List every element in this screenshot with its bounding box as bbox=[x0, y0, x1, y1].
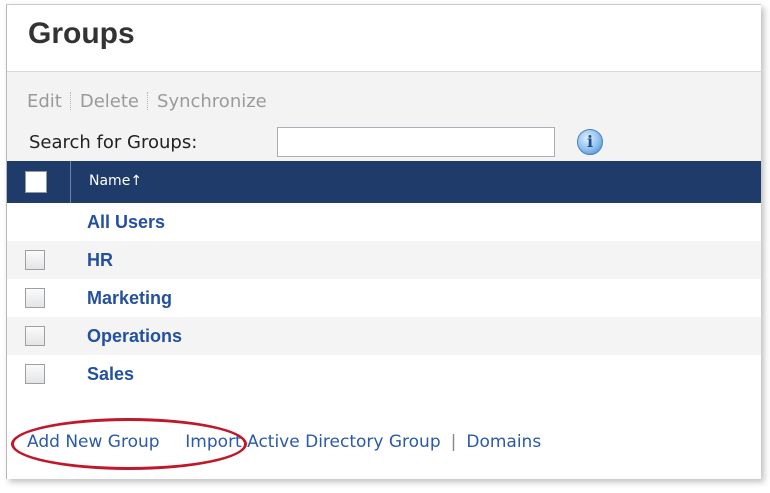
synchronize-action[interactable]: Synchronize bbox=[157, 91, 267, 112]
table-header: Name↑ bbox=[7, 161, 761, 203]
domains-link[interactable]: Domains bbox=[466, 432, 541, 452]
info-icon[interactable]: i bbox=[577, 129, 603, 155]
table-row: All Users bbox=[7, 203, 761, 241]
search-input[interactable] bbox=[277, 127, 555, 157]
link-separator: | bbox=[450, 432, 457, 452]
group-name-link[interactable]: Operations bbox=[87, 326, 182, 347]
footer-links: Add New Group | Import Active Directory Gr… bbox=[27, 432, 541, 452]
groups-panel: Groups Edit Delete Synchronize Search for … bbox=[6, 4, 761, 479]
column-name-label: Name bbox=[89, 173, 131, 189]
row-checkbox[interactable] bbox=[25, 288, 45, 308]
search-label: Search for Groups: bbox=[29, 132, 198, 153]
row-checkbox[interactable] bbox=[25, 364, 45, 384]
action-separator bbox=[69, 92, 72, 110]
sort-ascending-icon: ↑ bbox=[130, 173, 143, 189]
add-new-group-link[interactable]: Add New Group bbox=[27, 432, 160, 452]
group-name-link[interactable]: Sales bbox=[87, 364, 134, 385]
title-bar: Groups bbox=[7, 5, 761, 71]
header-divider bbox=[70, 161, 71, 203]
select-all-checkbox[interactable] bbox=[25, 171, 47, 193]
page-title: Groups bbox=[28, 17, 135, 50]
edit-action[interactable]: Edit bbox=[27, 91, 62, 112]
row-checkbox[interactable] bbox=[25, 250, 45, 270]
action-separator bbox=[147, 92, 149, 110]
group-name-link[interactable]: Marketing bbox=[87, 288, 172, 309]
group-name-link[interactable]: All Users bbox=[87, 212, 165, 233]
table-row: Operations bbox=[7, 317, 761, 355]
name-column-header[interactable]: Name↑ bbox=[89, 173, 142, 189]
import-ad-group-link[interactable]: Import Active Directory Group bbox=[185, 432, 440, 452]
group-name-link[interactable]: HR bbox=[87, 250, 113, 271]
table-row: Sales bbox=[7, 355, 761, 393]
action-bar: Edit Delete Synchronize bbox=[27, 91, 267, 112]
row-checkbox[interactable] bbox=[25, 326, 45, 346]
table-row: Marketing bbox=[7, 279, 761, 317]
delete-action[interactable]: Delete bbox=[80, 91, 139, 112]
table-row: HR bbox=[7, 241, 761, 279]
